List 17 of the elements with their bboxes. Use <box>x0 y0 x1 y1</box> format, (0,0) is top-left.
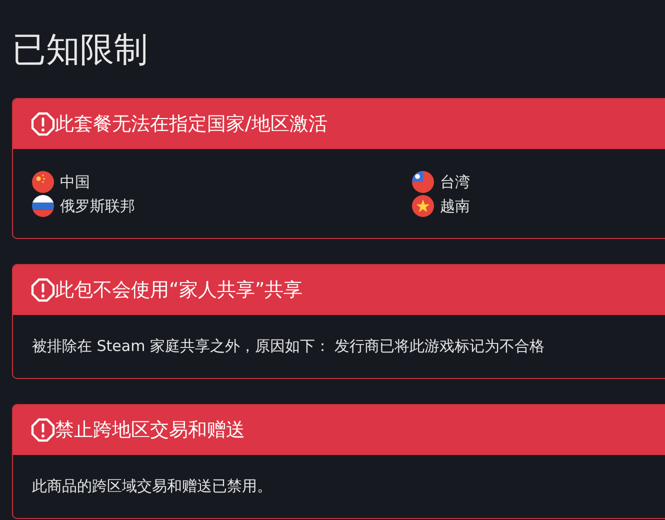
notice-heading: 此包不会使用“家人共享”共享 <box>55 278 303 302</box>
warning-icon <box>31 278 55 302</box>
flag-icon <box>412 195 434 217</box>
warning-icon <box>31 418 55 442</box>
country-name: 俄罗斯联邦 <box>60 196 135 216</box>
notice-text: 此商品的跨区域交易和赠送已禁用。 <box>32 476 273 497</box>
warning-icon <box>31 112 55 136</box>
flag-icon <box>32 171 54 193</box>
notice-heading: 禁止跨地区交易和赠送 <box>55 418 245 442</box>
notice-heading: 此套餐无法在指定国家/地区激活 <box>55 112 328 136</box>
page-title: 已知限制 <box>12 29 149 72</box>
notice-text: 被排除在 Steam 家庭共享之外，原因如下： 发行商已将此游戏标记为不合格 <box>32 336 546 357</box>
country-name: 台湾 <box>440 172 470 192</box>
flag-icon <box>412 171 434 193</box>
country-name: 越南 <box>440 196 470 216</box>
country-name: 中国 <box>60 172 90 192</box>
flag-icon <box>32 195 54 217</box>
